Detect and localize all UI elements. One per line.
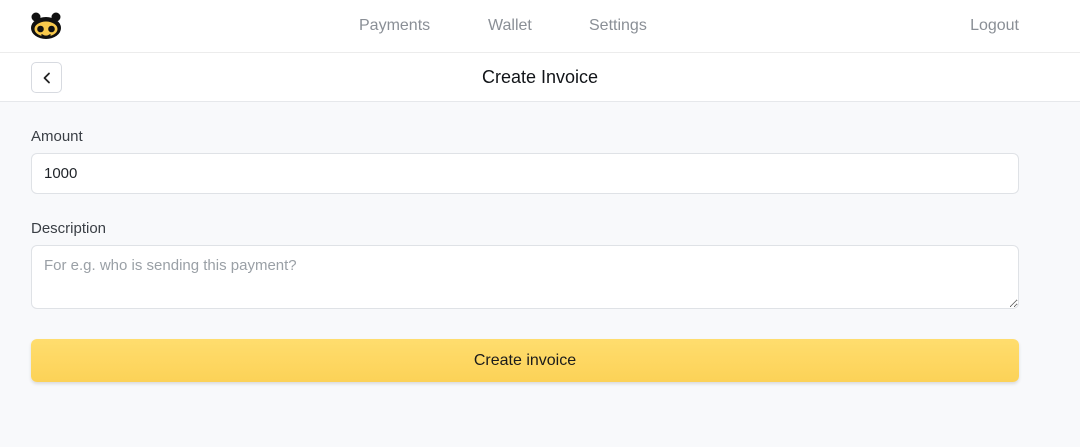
top-navigation: Payments Wallet Settings Logout (0, 0, 1080, 53)
nav-wallet-link[interactable]: Wallet (488, 17, 532, 35)
amount-label: Amount (31, 128, 83, 145)
nav-payments-link[interactable]: Payments (359, 17, 430, 35)
description-input[interactable] (31, 245, 1019, 309)
create-invoice-button[interactable]: Create invoice (31, 339, 1019, 382)
logout-button[interactable]: Logout (970, 17, 1019, 35)
page-header: Create Invoice (0, 53, 1080, 102)
bee-logo-icon[interactable] (29, 11, 63, 41)
amount-input[interactable] (31, 153, 1019, 194)
nav-links: Payments Wallet Settings (0, 0, 1080, 53)
nav-settings-link[interactable]: Settings (589, 17, 647, 35)
page-title: Create Invoice (481, 67, 599, 87)
description-label: Description (31, 220, 107, 237)
